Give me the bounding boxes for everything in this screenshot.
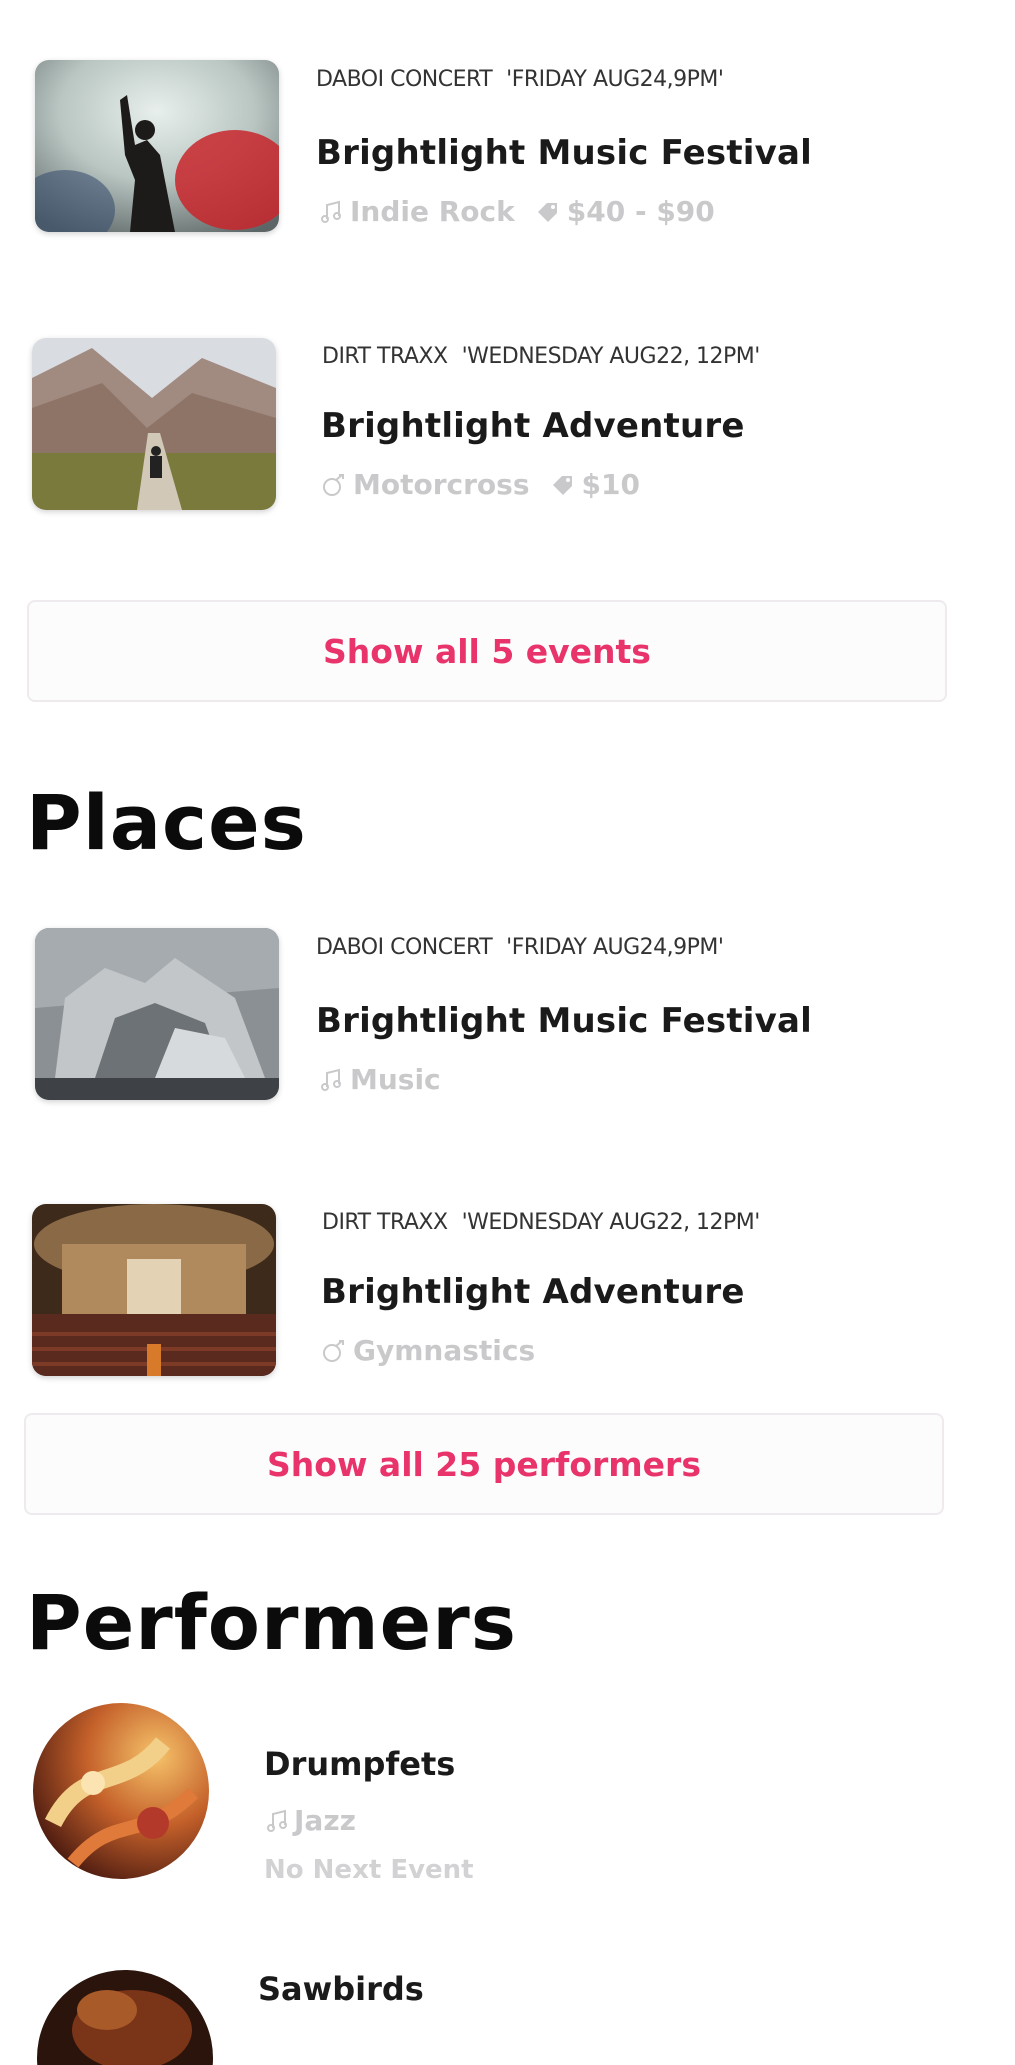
- event-price-tag: $40 - $90: [535, 195, 715, 228]
- show-all-performers-button[interactable]: Show all 25 performers: [24, 1413, 944, 1515]
- event-meta: DIRT TRAXX 'WEDNESDAY AUG22, 12PM': [322, 344, 760, 369]
- place-title[interactable]: Brightlight Music Festival: [316, 1001, 812, 1041]
- place-meta: DABOI CONCERT 'FRIDAY AUG24,9PM': [316, 935, 724, 960]
- place-datetime: 'WEDNESDAY AUG22, 12PM': [461, 1210, 761, 1235]
- event-datetime: 'WEDNESDAY AUG22, 12PM': [461, 344, 761, 369]
- event-tags: Motorcross $10: [321, 468, 660, 501]
- place-venue: DIRT TRAXX: [322, 1210, 448, 1235]
- place-venue: DABOI CONCERT: [316, 935, 493, 960]
- event-meta: DABOI CONCERT 'FRIDAY AUG24,9PM': [316, 67, 724, 92]
- performer-next-event: No Next Event: [264, 1855, 474, 1885]
- event-title[interactable]: Brightlight Adventure: [321, 406, 745, 446]
- performer-name[interactable]: Sawbirds: [258, 1970, 424, 2008]
- event-genre-tag: Motorcross: [321, 468, 530, 501]
- event-price-tag: $10: [550, 468, 640, 501]
- search-results-page: DABOI CONCERT 'FRIDAY AUG24,9PM' Brightli…: [0, 0, 1015, 2065]
- event-card[interactable]: DABOI CONCERT 'FRIDAY AUG24,9PM' Brightli…: [0, 55, 1015, 235]
- event-title[interactable]: Brightlight Music Festival: [316, 133, 812, 173]
- event-datetime: 'FRIDAY AUG24,9PM': [506, 67, 724, 92]
- places-heading: Places: [26, 778, 307, 867]
- performer-genre: Jazz: [264, 1804, 356, 1837]
- performer-card[interactable]: Drumpfets Jazz No Next Event: [0, 1700, 1015, 1890]
- place-genre-tag: Gymnastics: [321, 1334, 535, 1367]
- place-genre-tag: Music: [318, 1063, 441, 1096]
- event-thumbnail-motorcross: [32, 338, 276, 510]
- music-note-icon: [264, 1808, 290, 1834]
- performers-heading: Performers: [26, 1578, 517, 1667]
- place-tags: Gymnastics: [321, 1334, 555, 1367]
- place-thumbnail-theatre: [32, 1204, 276, 1376]
- event-thumbnail-concert: [35, 60, 279, 232]
- place-meta: DIRT TRAXX 'WEDNESDAY AUG22, 12PM': [322, 1210, 760, 1235]
- place-thumbnail-concert-hall: [35, 928, 279, 1100]
- event-tags: Indie Rock $40 - $90: [318, 195, 735, 228]
- music-note-icon: [318, 1067, 344, 1093]
- place-tags: Music: [318, 1063, 461, 1096]
- event-genre-tag: Indie Rock: [318, 195, 515, 228]
- event-venue: DABOI CONCERT: [316, 67, 493, 92]
- music-note-icon: [318, 199, 344, 225]
- ticket-icon: [535, 199, 561, 225]
- ticket-icon: [550, 472, 576, 498]
- show-all-events-button[interactable]: Show all 5 events: [27, 600, 947, 702]
- place-datetime: 'FRIDAY AUG24,9PM': [506, 935, 724, 960]
- place-title[interactable]: Brightlight Adventure: [321, 1272, 745, 1312]
- sport-icon: [321, 472, 347, 498]
- place-card[interactable]: DABOI CONCERT 'FRIDAY AUG24,9PM' Brightli…: [0, 923, 1015, 1103]
- event-card[interactable]: DIRT TRAXX 'WEDNESDAY AUG22, 12PM' Bright…: [0, 330, 1015, 510]
- place-card[interactable]: DIRT TRAXX 'WEDNESDAY AUG22, 12PM' Bright…: [0, 1196, 1015, 1376]
- sport-icon: [321, 1338, 347, 1364]
- performer-avatar: [33, 1703, 209, 1879]
- performer-avatar: [37, 1970, 213, 2065]
- event-venue: DIRT TRAXX: [322, 344, 448, 369]
- performer-name[interactable]: Drumpfets: [264, 1745, 455, 1783]
- performer-card[interactable]: Sawbirds: [0, 1966, 1015, 2065]
